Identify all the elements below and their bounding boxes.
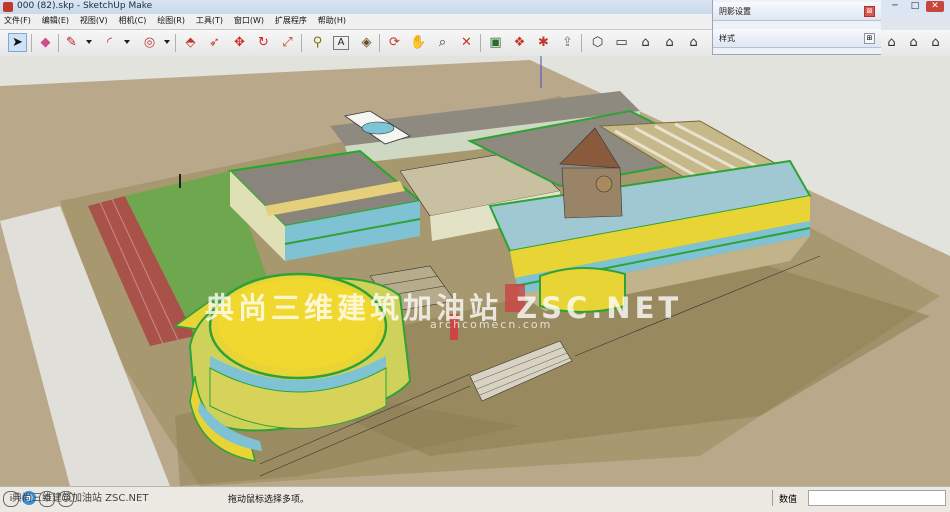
left-view-icon[interactable]: ⌂ (882, 33, 901, 52)
status-watermark: 典尚三维建筑加油站 ZSC.NET (12, 493, 149, 504)
back-view-icon[interactable]: ⌂ (904, 33, 923, 52)
toolbar-separator (581, 34, 582, 52)
components-tool-icon[interactable]: ❖ (510, 33, 529, 52)
toolbar-extension: ⌂ ⌂ ⌂ (880, 30, 950, 57)
styles-panel-title: 样式 (719, 34, 735, 43)
menu-draw[interactable]: 绘图(R) (153, 14, 189, 28)
shape-tool-icon[interactable]: ◎ (140, 33, 159, 52)
expand-panel-icon[interactable]: ⊞ (864, 33, 875, 44)
top-view-icon[interactable]: ▭ (612, 33, 631, 52)
zoom-extents-tool-icon[interactable]: ✕ (457, 33, 476, 52)
watermark-url: archcomecn.com (430, 318, 553, 331)
menu-view[interactable]: 视图(V) (76, 14, 112, 28)
shape-tool-dropdown-icon[interactable] (164, 40, 170, 44)
model-viewport[interactable]: 典尚三维建筑加油站 ZSC.NET archcomecn.com (0, 56, 950, 486)
menu-window[interactable]: 窗口(W) (230, 14, 268, 28)
toolbar-separator (480, 34, 481, 52)
status-separator (772, 490, 773, 506)
tray-panel-shadows[interactable]: 阴影设置 ⊠ (713, 2, 881, 21)
toolbar-separator (31, 34, 32, 52)
zoom-tool-icon[interactable]: ⌕ (433, 33, 452, 52)
window-title: 000 (82).skp - SketchUp Make (17, 1, 153, 11)
orbit-tool-icon[interactable]: ⟳ (385, 33, 404, 52)
measurements-input[interactable] (808, 490, 946, 506)
status-hint: 拖动鼠标选择多项。 (228, 495, 310, 505)
eraser-tool-icon[interactable]: ◆ (36, 33, 55, 52)
select-tool-icon[interactable]: ➤ (8, 33, 27, 52)
arc-tool-dropdown-icon[interactable] (124, 40, 130, 44)
rotate-tool-icon[interactable]: ↻ (254, 33, 273, 52)
line-tool-dropdown-icon[interactable] (86, 40, 92, 44)
window-controls: ─ □ ✕ (880, 0, 950, 14)
menu-file[interactable]: 文件(F) (0, 14, 35, 28)
building-model (0, 56, 950, 486)
toolbar-separator (379, 34, 380, 52)
sketchup-logo-icon (3, 2, 13, 12)
minimize-icon[interactable]: ─ (886, 1, 904, 12)
tape-measure-tool-icon[interactable]: ⚲ (308, 33, 327, 52)
toolbar-separator (301, 34, 302, 52)
iso-view-icon[interactable]: ⬡ (588, 33, 607, 52)
left-view-icon[interactable]: ⌂ (926, 33, 945, 52)
paint-bucket-tool-icon[interactable]: ◈ (357, 33, 376, 52)
front-view-icon[interactable]: ⌂ (636, 33, 655, 52)
menu-help[interactable]: 帮助(H) (314, 14, 350, 28)
menu-camera[interactable]: 相机(C) (114, 14, 150, 28)
default-tray: 阴影设置 ⊠ 样式 ⊞ (712, 0, 881, 55)
arc-tool-icon[interactable]: ◜ (100, 33, 119, 52)
title-bar: 000 (82).skp - SketchUp Make (0, 0, 712, 15)
tray-panel-styles[interactable]: 样式 ⊞ (713, 29, 881, 48)
main-toolbar: ➤ ◆ ✎ ◜ ◎ ⬘ ➶ ✥ ↻ ⤢ ⚲ A ◈ ⟳ ✋ ⌕ ✕ ▣ ❖ ✱ … (0, 30, 712, 57)
back-view-icon[interactable]: ⌂ (684, 33, 703, 52)
status-bar: i ◉ © ☺ 典尚三维建筑加油站 ZSC.NET 拖动鼠标选择多项。 数值 (0, 486, 950, 512)
maximize-icon[interactable]: □ (906, 1, 924, 12)
pan-tool-icon[interactable]: ✋ (409, 33, 428, 52)
scale-tool-icon[interactable]: ⤢ (278, 33, 297, 52)
menu-tools[interactable]: 工具(T) (192, 14, 227, 28)
share-model-tool-icon[interactable]: ⇪ (558, 33, 577, 52)
shadows-panel-title: 阴影设置 (719, 7, 751, 16)
toolbar-separator (175, 34, 176, 52)
line-tool-icon[interactable]: ✎ (62, 33, 81, 52)
text-tool-icon[interactable]: A (333, 36, 349, 50)
measurements-label: 数值 (779, 495, 798, 505)
move-tool-icon[interactable]: ✥ (230, 33, 249, 52)
close-panel-icon[interactable]: ⊠ (864, 6, 875, 17)
menu-bar: 文件(F) 编辑(E) 视图(V) 相机(C) 绘图(R) 工具(T) 窗口(W… (0, 14, 712, 30)
right-view-icon[interactable]: ⌂ (660, 33, 679, 52)
toolbar-separator (58, 34, 59, 52)
menu-extensions[interactable]: 扩展程序 (271, 14, 311, 28)
follow-me-tool-icon[interactable]: ➶ (205, 33, 224, 52)
extension-warehouse-tool-icon[interactable]: ✱ (534, 33, 553, 52)
menu-edit[interactable]: 编辑(E) (38, 14, 73, 28)
warehouse-tool-icon[interactable]: ▣ (486, 33, 505, 52)
close-icon[interactable]: ✕ (926, 1, 944, 12)
push-pull-tool-icon[interactable]: ⬘ (181, 33, 200, 52)
